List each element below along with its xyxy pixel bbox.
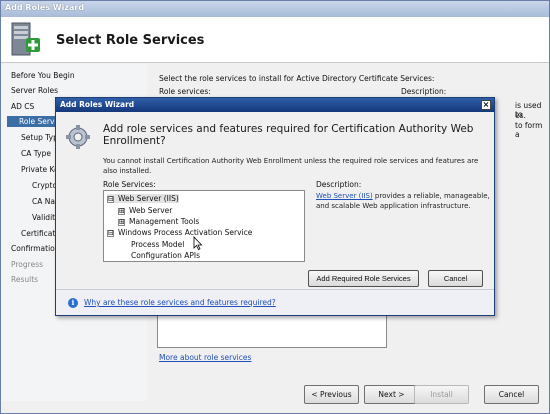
tree-item-process-model[interactable]: Process Model (131, 240, 184, 249)
dialog-role-services-label: Role Services: (103, 180, 156, 189)
dialog-footer: i Why are these role services and featur… (56, 289, 494, 315)
description-fragment: to form a (515, 121, 543, 139)
wizard-footer: < Previous Next > Install Cancel (147, 376, 549, 414)
nav-item-confirmation[interactable]: Confirmation (11, 244, 60, 253)
install-button: Install (414, 385, 469, 404)
tree-item-web-server[interactable]: ⊞ Web Server (118, 206, 172, 215)
tree-item-label: Windows Process Activation Service (118, 228, 253, 237)
description-fragment: es. (515, 111, 526, 120)
nav-item-cryptography[interactable]: Crypto (32, 181, 57, 190)
nav-item-before-you-begin[interactable]: Before You Begin (11, 71, 75, 80)
mouse-cursor-icon (193, 236, 203, 250)
tree-item-management-tools[interactable]: ⊞ Management Tools (118, 217, 199, 226)
dialog-title: Add Roles Wizard (60, 100, 135, 109)
dialog-info-text: You cannot install Certification Authori… (103, 157, 479, 175)
nav-item-progress: Progress (11, 260, 44, 269)
tree-item-web-server-iis[interactable]: ⊟ Web Server (IIS) (107, 194, 179, 203)
web-server-iis-link[interactable]: Web Server (IIS) (316, 192, 373, 200)
add-features-dialog: Add Roles Wizard × Add role services and… (55, 97, 495, 316)
add-required-role-services-button[interactable]: Add Required Role Services (308, 270, 419, 287)
description-label: Description: (401, 87, 447, 96)
collapse-icon[interactable]: ⊟ (107, 229, 114, 237)
nav-item-ad-cs[interactable]: AD CS (11, 102, 34, 111)
nav-item-certificate[interactable]: Certificat (21, 229, 55, 238)
required-services-tree[interactable]: ⊟ Web Server (IIS) ⊞ Web Server ⊞ Managemen… (103, 190, 305, 262)
intro-text: Select the role services to install for … (159, 74, 435, 83)
tree-item-label: Web Server (IIS) (118, 194, 179, 203)
nav-item-setup-type[interactable]: Setup Typ (21, 133, 58, 142)
collapse-icon[interactable]: ⊟ (107, 195, 114, 203)
nav-item-private-key[interactable]: Private Ke (21, 165, 59, 174)
why-required-link[interactable]: Why are these role services and features… (84, 298, 276, 307)
server-add-icon (11, 22, 40, 56)
tree-item-label: Web Server (129, 206, 173, 215)
nav-item-ca-name[interactable]: CA Na (32, 197, 55, 206)
cancel-button[interactable]: Cancel (484, 385, 539, 404)
gear-icon (66, 125, 90, 149)
expand-icon[interactable]: ⊞ (118, 218, 125, 226)
close-icon[interactable]: × (481, 100, 491, 110)
page-title: Select Role Services (56, 33, 205, 48)
info-icon: i (68, 298, 78, 308)
tree-item-label: Management Tools (129, 217, 200, 226)
nav-item-results: Results (11, 275, 39, 284)
tree-item-configuration-apis[interactable]: Configuration APIs (131, 251, 200, 260)
expand-icon[interactable]: ⊞ (118, 207, 125, 215)
window-title: Add Roles Wizard (1, 1, 549, 17)
dialog-cancel-button[interactable]: Cancel (428, 270, 483, 287)
nav-item-ca-type[interactable]: CA Type (21, 149, 51, 158)
role-services-label: Role services: (159, 87, 211, 96)
nav-item-server-roles[interactable]: Server Roles (11, 86, 58, 95)
wizard-header: Select Role Services (1, 17, 549, 63)
more-about-role-services-link[interactable]: More about role services (159, 353, 251, 362)
dialog-description: Web Server (IIS) provides a reliable, ma… (316, 191, 491, 211)
dialog-title-bar: Add Roles Wizard × (56, 98, 494, 112)
next-button[interactable]: Next > (364, 385, 419, 404)
previous-button[interactable]: < Previous (304, 385, 359, 404)
tree-item-windows-process-activation[interactable]: ⊟ Windows Process Activation Service (107, 228, 252, 237)
dialog-heading: Add role services and features required … (103, 123, 474, 147)
dialog-description-label: Description: (316, 180, 362, 189)
